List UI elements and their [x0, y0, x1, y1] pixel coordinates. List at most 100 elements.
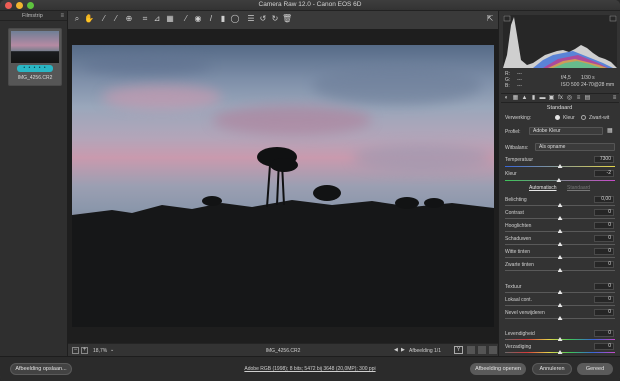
previous-image-button[interactable]: ◀: [394, 347, 398, 353]
slider-label: Levendigheid: [505, 331, 535, 337]
rotate-right-icon[interactable]: ↻: [270, 14, 280, 24]
slider-value[interactable]: 0: [594, 209, 614, 216]
open-image-button[interactable]: Afbeelding openen: [470, 363, 526, 375]
filmstrip-thumbnail[interactable]: • • • • • IMG_4256.CR2: [8, 28, 62, 86]
bottom-bar: Afbeelding opslaan... Adobe RGB (1998); …: [0, 356, 620, 381]
color-sampler-icon[interactable]: ⁄: [111, 14, 121, 24]
slider-label: Hooglichten: [505, 223, 532, 229]
filmstrip-panel: Filmstrip ≡ • • • • • IMG_4256.CR2: [0, 11, 68, 356]
tab-lens-icon[interactable]: ▣: [548, 95, 555, 102]
preferences-icon[interactable]: ☰: [246, 14, 256, 24]
slider-label: Nevel verwijderen: [505, 310, 545, 316]
straighten-icon[interactable]: ⊿: [152, 14, 162, 24]
tab-snapshots-icon[interactable]: ▤: [584, 95, 591, 102]
crop-icon[interactable]: ⌗: [140, 14, 150, 24]
slider-value[interactable]: 0: [594, 235, 614, 242]
targeted-adjustment-icon[interactable]: ⊕: [124, 14, 134, 24]
rotate-left-icon[interactable]: ↺: [258, 14, 268, 24]
bw-radio[interactable]: [581, 115, 586, 120]
done-button[interactable]: Gereed: [577, 363, 613, 375]
swap-settings-icon[interactable]: [478, 346, 486, 354]
camera-raw-window: Camera Raw 12.0 - Canon EOS 6D Filmstrip…: [0, 0, 620, 381]
slider-label: Verzadiging: [505, 344, 532, 350]
slider-value[interactable]: 0: [594, 222, 614, 229]
open-in-icon[interactable]: ⇱: [485, 14, 495, 24]
section-title: Standaard: [546, 105, 573, 111]
slider-value[interactable]: 0,00: [594, 196, 614, 203]
slider-value[interactable]: 0: [594, 283, 614, 290]
thumbnail-filename: IMG_4256.CR2: [17, 75, 53, 81]
toggle-preview-icon[interactable]: [489, 346, 497, 354]
tab-hsl-icon[interactable]: ▮: [530, 95, 537, 102]
radial-filter-icon[interactable]: ◯: [230, 14, 240, 24]
image-canvas: [68, 29, 498, 343]
white-balance-select[interactable]: Als opname: [535, 143, 615, 151]
trash-icon[interactable]: 🗑: [282, 14, 292, 24]
workflow-options-link[interactable]: Adobe RGB (1998); 8 bits; 5472 bij 3648 …: [150, 366, 470, 372]
auto-link[interactable]: Automatisch: [529, 185, 557, 191]
profile-label: Profiel:: [505, 129, 521, 135]
image-counter: Afbeelding 1/1: [409, 348, 441, 354]
tab-split-toning-icon[interactable]: ▬: [539, 95, 546, 102]
panel-menu-icon[interactable]: ≡: [611, 95, 618, 102]
aperture-value: f/4,5: [561, 75, 571, 81]
bw-radio-label[interactable]: Zwart-wit: [589, 115, 609, 121]
next-image-button[interactable]: ▶: [401, 347, 405, 353]
slider-label: Belichting: [505, 197, 527, 203]
transform-icon[interactable]: ▦: [165, 14, 175, 24]
filmstrip-menu-icon[interactable]: ≡: [60, 11, 64, 21]
profile-select[interactable]: Adobe Kleur: [529, 127, 603, 135]
blue-readout-value: ---: [517, 83, 522, 89]
slider-label: Witte tinten: [505, 249, 531, 255]
slider-value[interactable]: 0: [594, 343, 614, 350]
landscape-silhouette: [72, 147, 494, 327]
thumbnail-image: [11, 31, 59, 63]
tab-detail-icon[interactable]: ▲: [521, 95, 528, 102]
save-image-button[interactable]: Afbeelding opslaan...: [10, 363, 72, 375]
color-radio[interactable]: [555, 115, 560, 120]
graduated-filter-icon[interactable]: ▮: [218, 14, 228, 24]
title-bar: Camera Raw 12.0 - Canon EOS 6D: [0, 0, 620, 11]
red-eye-icon[interactable]: ◉: [193, 14, 203, 24]
blue-readout-label: B:: [505, 83, 510, 89]
slider-label: Contrast: [505, 210, 524, 216]
color-radio-label[interactable]: Kleur: [563, 115, 575, 121]
tint-value[interactable]: -2: [594, 170, 614, 177]
preview-mode-icon[interactable]: Y: [454, 346, 463, 354]
before-after-icon[interactable]: [467, 346, 475, 354]
temperature-value[interactable]: 7300: [594, 156, 614, 163]
panel-tabs: ◐ ▦ ▲ ▮ ▬ ▣ fx ◎ ≡ ▤ ≡: [501, 93, 619, 103]
preview-photo[interactable]: [72, 45, 494, 327]
cancel-button[interactable]: Annuleren: [532, 363, 572, 375]
histogram-graph: [503, 15, 617, 68]
default-link[interactable]: Standaard: [567, 185, 590, 191]
tab-calibration-icon[interactable]: ◎: [566, 95, 573, 102]
histogram: [503, 15, 617, 68]
profile-browser-icon[interactable]: ▦: [607, 127, 613, 134]
filmstrip-label: Filmstrip: [22, 13, 43, 19]
slider-value[interactable]: 0: [594, 261, 614, 268]
status-bar: − + 18,7% ⌄ IMG_4256.CR2 ◀ ▶ Afbeelding …: [68, 343, 498, 356]
slider-value[interactable]: 0: [594, 248, 614, 255]
spot-removal-icon[interactable]: ⁄: [181, 14, 191, 24]
filmstrip-header: Filmstrip ≡: [0, 11, 67, 21]
tab-tone-curve-icon[interactable]: ▦: [512, 95, 519, 102]
slider-label: Schaduwen: [505, 236, 532, 242]
tab-presets-icon[interactable]: ≡: [575, 95, 582, 102]
adjustments-panel: R: --- G: --- B: --- f/4,5 1/30 s ISO 50…: [498, 11, 620, 356]
toolbar: ⌕ ✋ ⁄ ⁄ ⊕ ⌗ ⊿ ▦ ⁄ ◉ / ▮ ◯ ☰ ↺ ↻ 🗑 ⇱: [68, 11, 498, 29]
rating-stars[interactable]: • • • • •: [17, 65, 53, 72]
processing-label: Verwerking:: [505, 115, 532, 121]
lens-value: 24-70@28 mm: [581, 82, 615, 88]
tab-effects-icon[interactable]: fx: [557, 95, 564, 102]
zoom-icon[interactable]: ⌕: [72, 14, 82, 24]
white-balance-icon[interactable]: ⁄: [99, 14, 109, 24]
slider-value[interactable]: 0: [594, 330, 614, 337]
adjustment-brush-icon[interactable]: /: [206, 14, 216, 24]
tab-basic-icon[interactable]: ◐: [503, 95, 510, 102]
slider-value[interactable]: 0: [594, 309, 614, 316]
window-title: Camera Raw 12.0 - Canon EOS 6D: [258, 1, 362, 8]
hand-icon[interactable]: ✋: [84, 14, 94, 24]
slider-value[interactable]: 0: [594, 296, 614, 303]
iso-value: ISO 500: [561, 82, 580, 88]
